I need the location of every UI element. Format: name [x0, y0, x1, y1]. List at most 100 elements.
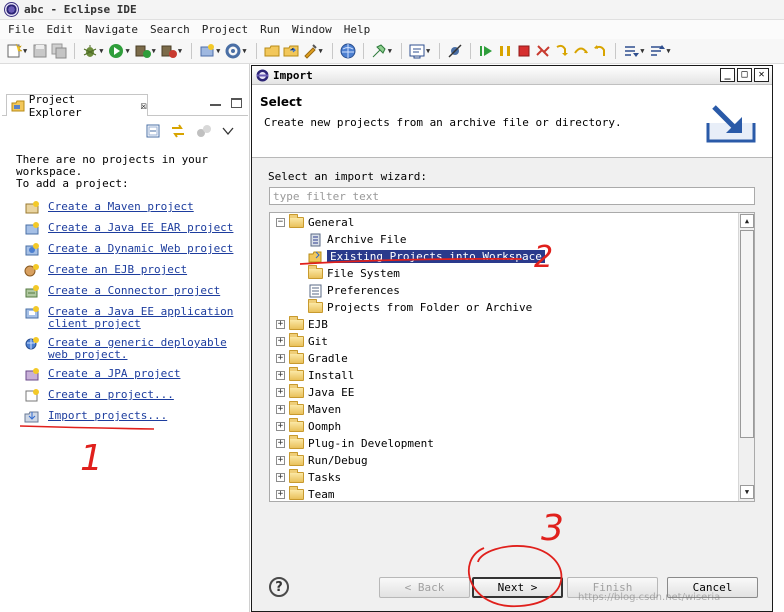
tree-node-ejb[interactable]: + EJB — [276, 316, 328, 333]
search-icon[interactable] — [302, 43, 318, 59]
link-create-connector-project[interactable]: Create a Connector project — [24, 285, 244, 298]
link-text[interactable]: Create a project... — [48, 389, 174, 401]
run-server-icon[interactable] — [135, 43, 151, 59]
tree-node-file-system[interactable]: File System — [308, 265, 400, 282]
tree-node-git[interactable]: + Git — [276, 333, 328, 350]
link-import-projects[interactable]: Import projects... — [24, 410, 244, 423]
disconnect-icon[interactable] — [535, 43, 551, 59]
expand-icon[interactable]: + — [276, 405, 285, 414]
link-text[interactable]: Create a Java EE EAR project — [48, 222, 233, 234]
maximize-button[interactable]: □ — [737, 68, 752, 82]
external-tools-icon[interactable] — [161, 43, 177, 59]
link-create-project[interactable]: Create a project... — [24, 389, 244, 402]
tree-node-java-ee[interactable]: + Java EE — [276, 384, 354, 401]
tab-project-explorer[interactable]: Project Explorer ☒ — [6, 93, 148, 119]
resume-icon[interactable] — [478, 43, 494, 59]
back-button[interactable]: < Back — [379, 577, 470, 598]
menu-run[interactable]: Run — [260, 23, 280, 36]
browser-icon[interactable] — [340, 43, 356, 59]
help-button[interactable]: ? — [269, 577, 289, 597]
run-dropdown-icon[interactable]: ▼ — [125, 47, 129, 55]
new-java-project-dropdown-icon[interactable]: ▼ — [216, 47, 220, 55]
new-icon[interactable] — [6, 43, 22, 59]
tree-node-projects-from-folder[interactable]: Projects from Folder or Archive — [308, 299, 532, 316]
link-text[interactable]: Create an EJB project — [48, 264, 187, 276]
step-over-icon[interactable] — [573, 43, 589, 59]
tree-node-gradle[interactable]: + Gradle — [276, 350, 348, 367]
expand-icon[interactable]: + — [276, 371, 285, 380]
link-create-ejb-project[interactable]: Create an EJB project — [24, 264, 244, 277]
menu-help[interactable]: Help — [344, 23, 371, 36]
tree-node-preferences[interactable]: Preferences — [308, 282, 400, 299]
tree-node-existing-projects[interactable]: Existing Projects into Workspace — [308, 248, 545, 265]
menu-window[interactable]: Window — [292, 23, 332, 36]
new-java-project-icon[interactable] — [199, 43, 215, 59]
scrollbar-thumb[interactable] — [740, 230, 754, 438]
link-text[interactable]: Create a generic deployable web project. — [48, 337, 244, 361]
terminate-icon[interactable] — [516, 43, 532, 59]
tree-node-general[interactable]: − General — [276, 214, 354, 231]
save-icon[interactable] — [32, 43, 48, 59]
debug-icon[interactable] — [82, 43, 98, 59]
tree-node-oomph[interactable]: + Oomph — [276, 418, 341, 435]
close-icon[interactable]: ☒ — [140, 99, 147, 112]
link-text[interactable]: Create a Dynamic Web project — [48, 243, 233, 255]
tree-node-tasks[interactable]: + Tasks — [276, 469, 341, 486]
next-annotation-dropdown-icon[interactable]: ▼ — [640, 47, 644, 55]
external-tools-dropdown-icon[interactable]: ▼ — [178, 47, 182, 55]
run-icon[interactable] — [108, 43, 124, 59]
menu-project[interactable]: Project — [202, 23, 248, 36]
tree-node-team[interactable]: + Team — [276, 486, 335, 501]
link-create-ear-project[interactable]: Create a Java EE EAR project — [24, 222, 244, 235]
step-into-icon[interactable] — [554, 43, 570, 59]
prev-annotation-dropdown-icon[interactable]: ▼ — [666, 47, 670, 55]
new-server-dropdown-icon[interactable]: ▼ — [242, 47, 246, 55]
link-text[interactable]: Create a Connector project — [48, 285, 220, 297]
tree-scrollbar[interactable]: ▲ ▼ — [738, 213, 754, 501]
link-create-dynamic-web-project[interactable]: Create a Dynamic Web project — [24, 243, 244, 256]
wizard-filter-input[interactable] — [269, 187, 755, 205]
console-icon[interactable] — [409, 43, 425, 59]
link-text[interactable]: Import projects... — [48, 410, 167, 422]
focus-icon[interactable] — [196, 124, 212, 138]
collapse-all-icon[interactable] — [146, 124, 160, 138]
link-with-editor-icon[interactable] — [170, 124, 186, 138]
tree-node-maven[interactable]: + Maven — [276, 401, 341, 418]
close-button[interactable]: ✕ — [754, 68, 769, 82]
expand-icon[interactable]: + — [276, 490, 285, 499]
scroll-down-icon[interactable]: ▼ — [740, 485, 754, 499]
suspend-icon[interactable] — [497, 43, 513, 59]
skip-breakpoints-icon[interactable] — [447, 43, 463, 59]
menu-navigate[interactable]: Navigate — [85, 23, 138, 36]
pin-editor-icon[interactable] — [371, 43, 387, 59]
collapse-icon[interactable]: − — [276, 218, 285, 227]
next-annotation-icon[interactable] — [623, 43, 640, 59]
maximize-icon[interactable] — [231, 98, 242, 108]
link-text[interactable]: Create a Maven project — [48, 201, 194, 213]
next-button[interactable]: Next > — [472, 577, 563, 598]
minimize-icon[interactable] — [210, 104, 221, 106]
link-text[interactable]: Create a JPA project — [48, 368, 180, 380]
tree-node-archive-file[interactable]: Archive File — [308, 231, 406, 248]
prev-annotation-icon[interactable] — [649, 43, 666, 59]
run-server-dropdown-icon[interactable]: ▼ — [152, 47, 156, 55]
new-server-icon[interactable] — [225, 43, 241, 59]
menu-edit[interactable]: Edit — [47, 23, 74, 36]
tree-node-run-debug[interactable]: + Run/Debug — [276, 452, 368, 469]
view-menu-icon[interactable] — [222, 126, 234, 136]
expand-icon[interactable]: + — [276, 456, 285, 465]
expand-icon[interactable]: + — [276, 354, 285, 363]
new-dropdown-icon[interactable]: ▼ — [23, 47, 27, 55]
expand-icon[interactable]: + — [276, 439, 285, 448]
expand-icon[interactable]: + — [276, 422, 285, 431]
tree-node-plugin-development[interactable]: + Plug-in Development — [276, 435, 434, 452]
step-return-icon[interactable] — [592, 43, 608, 59]
save-all-icon[interactable] — [51, 43, 67, 59]
menu-search[interactable]: Search — [150, 23, 190, 36]
link-create-generic-web-project[interactable]: Create a generic deployable web project. — [24, 337, 244, 361]
scroll-up-icon[interactable]: ▲ — [740, 214, 754, 228]
open-resource-icon[interactable] — [283, 43, 299, 59]
expand-icon[interactable]: + — [276, 388, 285, 397]
expand-icon[interactable]: + — [276, 337, 285, 346]
minimize-button[interactable]: _ — [720, 68, 735, 82]
